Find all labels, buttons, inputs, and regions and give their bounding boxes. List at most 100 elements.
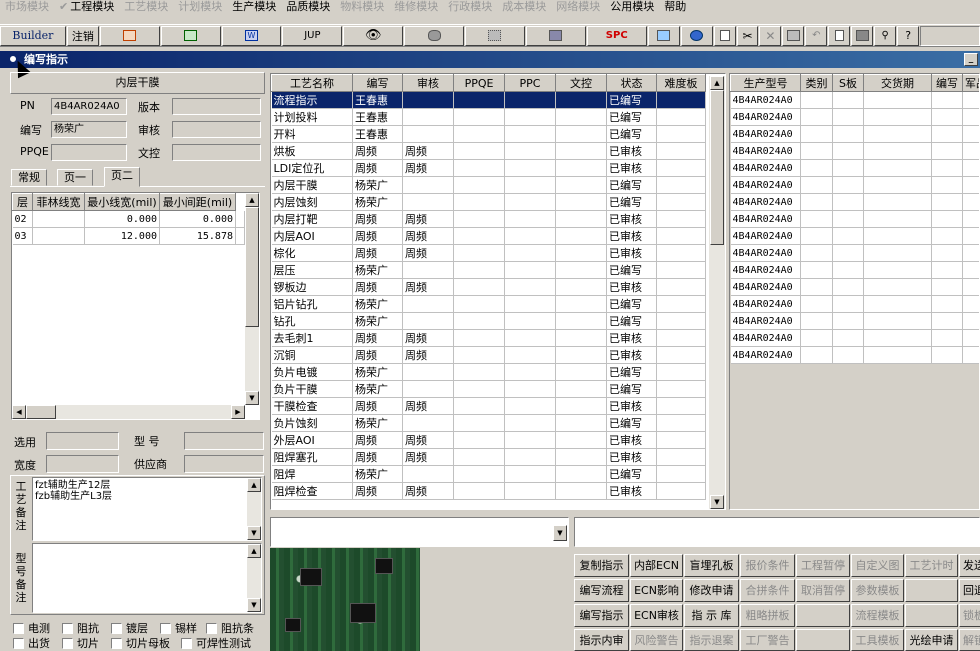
action-button[interactable]: 流程模板 [851,604,904,627]
action-button[interactable]: 回退 [959,579,980,602]
menu-item[interactable]: 生产模块 [227,1,281,13]
menu-item[interactable]: 计划模块 [173,1,227,13]
column-header[interactable]: 生产型号 [730,74,801,92]
find-icon[interactable]: ⚲ [874,25,897,46]
tab-page1[interactable]: 页一 [57,169,93,186]
table-row[interactable]: 负片电镀 杨荣广 已编写 [271,363,706,381]
model-remark-vscroll[interactable]: ▲ ▼ [247,544,261,612]
bottom-combo[interactable] [270,517,569,547]
remark-vscroll[interactable]: ▲ ▼ [247,478,261,540]
database-icon[interactable] [404,25,465,46]
table-row[interactable]: 铝片钻孔 杨荣广 已编写 [271,295,706,313]
table-row[interactable]: 干膜检查 周频 周频 已审核 [271,397,706,415]
cut-icon[interactable]: ✂ [736,25,759,46]
version-field[interactable] [172,98,261,115]
chevron-down-icon[interactable]: ▼ [553,525,567,541]
checkbox-tin-sample[interactable]: 锡样 [160,620,197,636]
column-header[interactable]: 层 [12,193,33,211]
action-button[interactable]: 指 示 库 [684,604,739,627]
column-header[interactable]: 状态 [606,74,657,92]
column-header[interactable]: 难度板 [656,74,706,92]
table-row[interactable]: 阻焊检查 周频 周频 已审核 [271,482,706,500]
checkbox-impedance-strip[interactable]: 阻抗条 [206,620,254,636]
table-row[interactable]: 4B4AR024A0 [730,193,979,211]
action-button[interactable]: 编写指示 [574,604,629,627]
checkbox-impedance[interactable]: 阻抗 [62,620,99,636]
action-button[interactable] [905,579,958,602]
action-button[interactable]: 参数模板 [851,579,904,602]
bottom-input[interactable] [574,517,980,547]
action-button[interactable]: 工具模板 [851,629,904,651]
action-button[interactable]: 自定义图 [851,554,904,577]
action-button[interactable]: ECN影响 [630,579,683,602]
powerpoint-icon[interactable] [99,25,160,46]
tab-general[interactable]: 常规 [11,169,47,186]
table-row[interactable]: 负片蚀刻 杨荣广 已编写 [271,414,706,432]
column-header[interactable]: 交货期 [863,74,932,92]
action-button[interactable]: 解锁 [959,629,980,651]
checkbox-plating[interactable]: 镀层 [111,620,148,636]
table-row[interactable]: 4B4AR024A0 [730,346,979,364]
menu-item[interactable]: 成本模块 [497,1,551,13]
menu-item[interactable]: 网络模块 [551,1,605,13]
table-row[interactable]: 4B4AR024A0 [730,312,979,330]
scroll-up-icon[interactable]: ▲ [245,193,259,207]
report-icon[interactable] [647,25,680,46]
spc-button[interactable]: SPC [586,25,647,46]
action-button[interactable]: 盲埋孔板 [684,554,739,577]
action-button[interactable]: 指示退案 [684,629,739,651]
table-row[interactable]: 4B4AR024A0 [730,159,979,177]
table-row[interactable]: 内层蚀刻 杨荣广 已编写 [271,193,706,211]
table-row[interactable]: 内层干膜 杨荣广 已编写 [271,176,706,194]
table-row[interactable]: 4B4AR024A0 [730,329,979,347]
scroll-thumb[interactable] [245,207,259,327]
table-row[interactable]: 4B4AR024A0 [730,91,979,109]
action-button[interactable]: 修改申请 [684,579,739,602]
table-row[interactable]: 开料 王春惠 已编写 [271,125,706,143]
column-header[interactable]: 类别 [800,74,833,92]
table-row[interactable]: 流程指示 王春惠 已编写 [271,91,706,109]
table-row[interactable]: 4B4AR024A0 [730,142,979,160]
scroll-down-icon[interactable]: ▼ [710,495,724,509]
action-button[interactable]: 内部ECN [630,554,683,577]
model-field[interactable] [184,432,264,450]
doccontrol-field[interactable] [172,144,261,161]
save-icon[interactable] [782,25,805,46]
menu-item[interactable]: 维修模块 [389,1,443,13]
table-row[interactable]: 02 0.000 0.000 [12,210,245,228]
scroll-down-icon[interactable]: ▼ [245,391,259,405]
action-button[interactable]: 指示内审 [574,629,629,651]
action-button[interactable]: 取消暂停 [796,579,850,602]
action-button[interactable] [796,629,850,651]
word-icon[interactable]: W [221,25,282,46]
action-button[interactable] [905,604,958,627]
action-button[interactable] [796,604,850,627]
column-header[interactable]: 文控 [555,74,607,92]
eye-icon[interactable]: 👁 [343,25,404,46]
column-header[interactable]: 编写 [352,74,403,92]
supplier-field[interactable] [184,455,264,473]
table-row[interactable]: 沉铜 周频 周频 已审核 [271,346,706,364]
toolbar-input[interactable] [920,25,980,46]
logout-button[interactable]: 注销 [66,25,99,46]
select-field[interactable] [46,432,119,450]
column-header[interactable]: 工艺名称 [271,74,353,92]
action-button[interactable]: 工艺计时 [905,554,958,577]
action-button[interactable]: 锁板 [959,604,980,627]
table-row[interactable]: 去毛刺1 周频 周频 已审核 [271,329,706,347]
scroll-right-icon[interactable]: ▶ [231,405,245,419]
scroll-up-icon[interactable]: ▲ [247,478,261,492]
menu-item[interactable]: 物料模块 [335,1,389,13]
table-row[interactable]: 4B4AR024A0 [730,227,979,245]
column-header[interactable]: 菲林线宽 [32,193,85,211]
table-row[interactable]: 4B4AR024A0 [730,125,979,143]
table-row[interactable]: 外层AOI 周频 周频 已审核 [271,431,706,449]
minimize-button[interactable]: _ [964,53,978,66]
table-row[interactable]: 4B4AR024A0 [730,261,979,279]
menu-item[interactable]: 品质模块 [281,1,335,13]
action-button[interactable]: 发送 [959,554,980,577]
delete-icon[interactable]: ✕ [759,25,782,46]
builder-button[interactable]: Builder [0,25,66,46]
review-field[interactable] [172,121,261,138]
computer-icon[interactable] [525,25,586,46]
